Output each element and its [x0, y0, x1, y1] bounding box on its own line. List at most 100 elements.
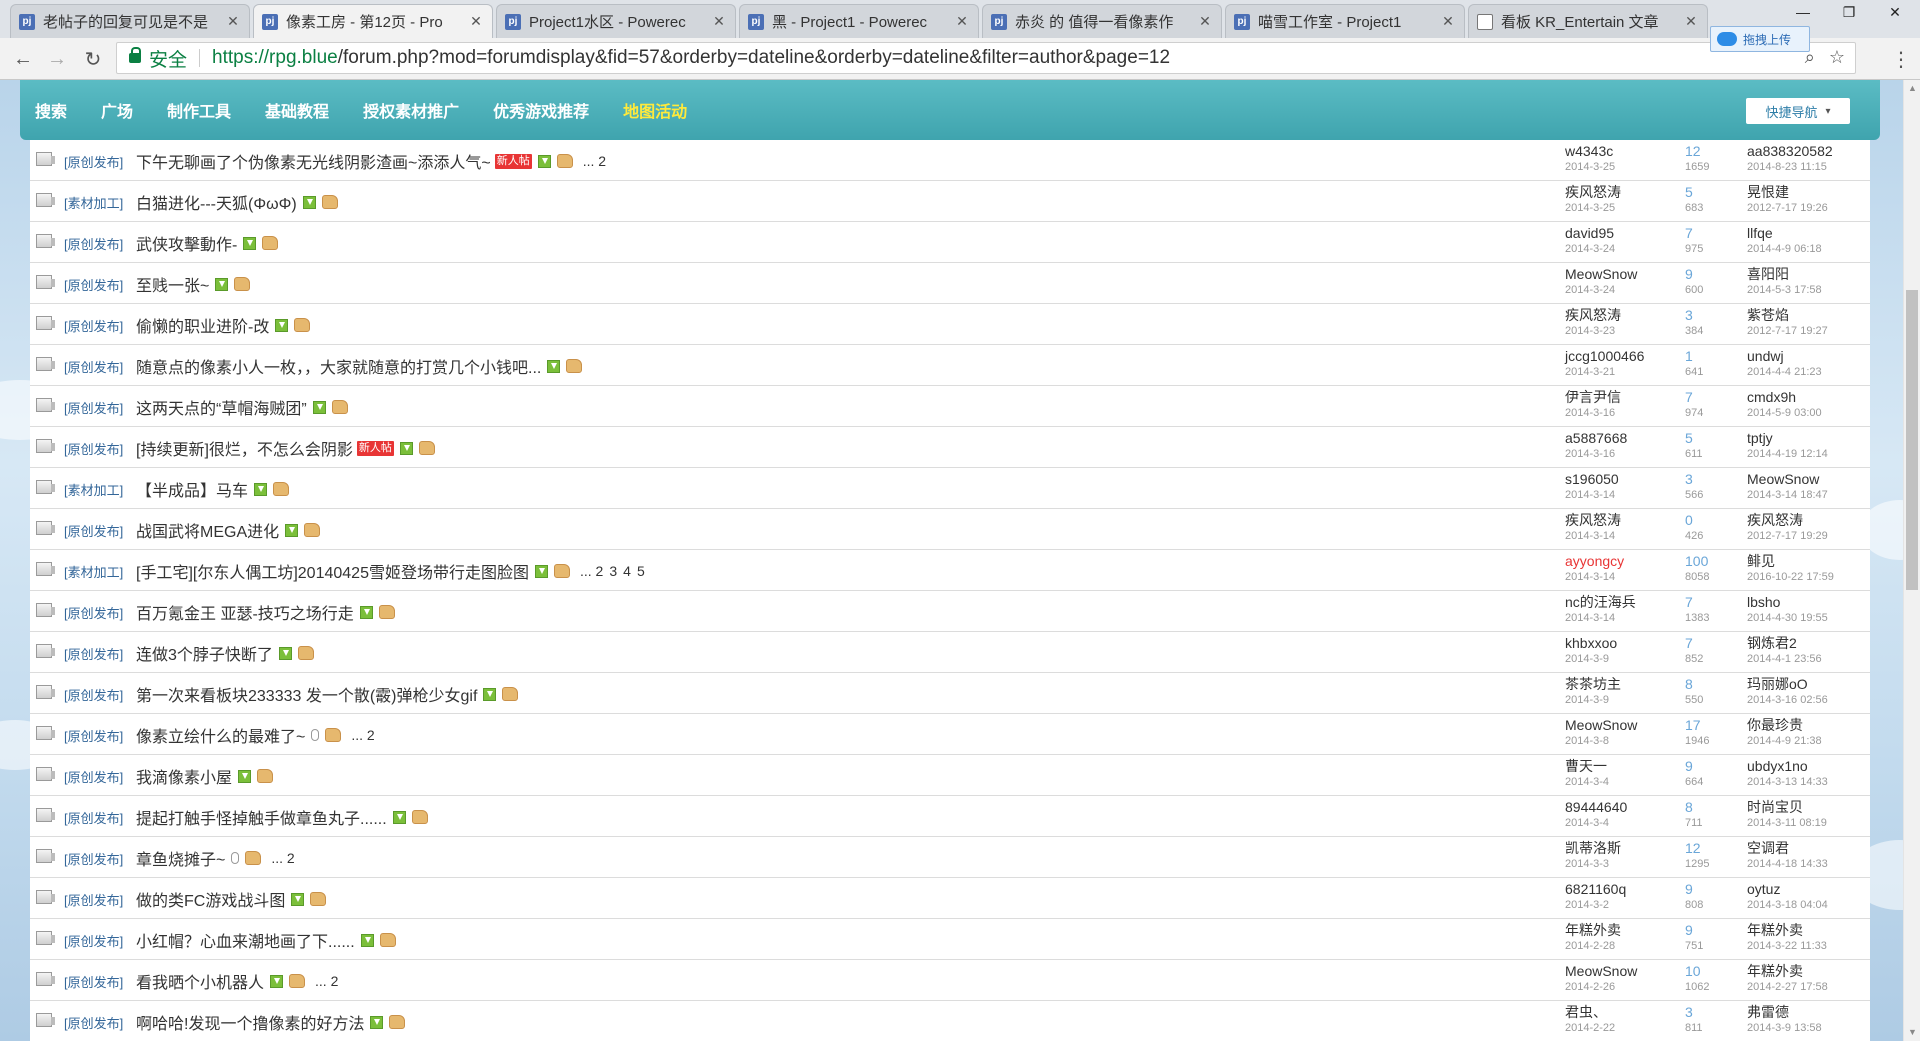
thread-title-link[interactable]: 【半成品】马车	[136, 477, 248, 501]
thread-category-link[interactable]: [素材加工]	[64, 562, 123, 581]
nav-item[interactable]: 授权素材推广	[363, 98, 459, 122]
last-post-time[interactable]: 2014-5-3 17:58	[1747, 283, 1870, 297]
thread-category-link[interactable]: [原创发布]	[64, 603, 123, 622]
last-post-time[interactable]: 2014-4-30 19:55	[1747, 611, 1870, 625]
browser-tab[interactable]: 看板 KR_Entertain 文章 ✕	[1468, 4, 1708, 38]
thread-category-link[interactable]: [原创发布]	[64, 439, 123, 458]
reply-count[interactable]: 5	[1685, 184, 1745, 201]
thread-title-link[interactable]: 看我晒个小机器人	[136, 969, 264, 993]
last-post-time[interactable]: 2014-4-9 21:38	[1747, 734, 1870, 748]
thread-title-link[interactable]: 提起打触手怪掉触手做章鱼丸子......	[136, 805, 387, 829]
thread-title-link[interactable]: 小红帽？心血来潮地画了下......	[136, 928, 355, 952]
nav-item[interactable]: 地图活动	[623, 98, 687, 122]
tab-close-icon[interactable]: ✕	[711, 13, 727, 30]
last-post-time[interactable]: 2014-4-18 14:33	[1747, 857, 1870, 871]
page-link[interactable]: 3	[609, 563, 617, 579]
last-poster-link[interactable]: 年糕外卖	[1747, 963, 1870, 980]
thread-title-link[interactable]: [持续更新]很烂，不怎么会阴影	[136, 436, 353, 460]
reply-count[interactable]: 12	[1685, 840, 1745, 857]
author-name-link[interactable]: 疾风怒涛	[1565, 512, 1685, 529]
last-poster-link[interactable]: tptjy	[1747, 430, 1870, 447]
back-arrow-icon[interactable]: ←	[8, 44, 38, 74]
thread-category-link[interactable]: [素材加工]	[64, 193, 123, 212]
last-poster-link[interactable]: 年糕外卖	[1747, 922, 1870, 939]
last-poster-link[interactable]: undwj	[1747, 348, 1870, 365]
bookmark-star-icon[interactable]: ☆	[1829, 47, 1845, 68]
last-post-time[interactable]: 2014-4-19 12:14	[1747, 447, 1870, 461]
tab-close-icon[interactable]: ✕	[1440, 13, 1456, 30]
last-post-time[interactable]: 2014-8-23 11:15	[1747, 160, 1870, 174]
reply-count[interactable]: 7	[1685, 389, 1745, 406]
thread-title-link[interactable]: 啊哈哈!发现一个撸像素的好方法	[136, 1010, 364, 1034]
last-poster-link[interactable]: MeowSnow	[1747, 471, 1870, 488]
reply-count[interactable]: 12	[1685, 143, 1745, 160]
author-name-link[interactable]: a5887668	[1565, 430, 1685, 447]
author-name-link[interactable]: w4343c	[1565, 143, 1685, 160]
last-post-time[interactable]: 2014-3-16 02:56	[1747, 693, 1870, 707]
thread-category-link[interactable]: [原创发布]	[64, 849, 123, 868]
thread-title-link[interactable]: 这两天点的“草帽海贼团”	[136, 395, 307, 419]
author-name-link[interactable]: MeowSnow	[1565, 266, 1685, 283]
thread-title-link[interactable]: 做的类FC游戏战斗图	[136, 887, 285, 911]
quick-nav-button[interactable]: 快捷导航 ▾	[1746, 98, 1850, 124]
page-link[interactable]: 5	[637, 563, 645, 579]
browser-tab[interactable]: pj 老帖子的回复可见是不是 ✕	[10, 4, 250, 38]
thread-category-link[interactable]: [原创发布]	[64, 316, 123, 335]
author-name-link[interactable]: nc的汪海兵	[1565, 594, 1685, 611]
author-name-link[interactable]: 疾风怒涛	[1565, 184, 1685, 201]
last-poster-link[interactable]: cmdx9h	[1747, 389, 1870, 406]
author-name-link[interactable]: jccg1000466	[1565, 348, 1685, 365]
reply-count[interactable]: 7	[1685, 635, 1745, 652]
page-link[interactable]: 4	[623, 563, 631, 579]
minimize-icon[interactable]: —	[1780, 0, 1826, 24]
reply-count[interactable]: 9	[1685, 266, 1745, 283]
last-poster-link[interactable]: 疾风怒涛	[1747, 512, 1870, 529]
thread-title-link[interactable]: 百万氪金王 亚瑟-技巧之场行走	[136, 600, 354, 624]
thread-category-link[interactable]: [原创发布]	[64, 972, 123, 991]
reply-count[interactable]: 0	[1685, 512, 1745, 529]
page-link[interactable]: ... 2	[351, 727, 374, 743]
thread-category-link[interactable]: [原创发布]	[64, 152, 123, 171]
thread-category-link[interactable]: [原创发布]	[64, 726, 123, 745]
thread-category-link[interactable]: [原创发布]	[64, 644, 123, 663]
last-post-time[interactable]: 2014-3-18 04:04	[1747, 898, 1870, 912]
last-poster-link[interactable]: 你最珍贵	[1747, 717, 1870, 734]
reply-count[interactable]: 10	[1685, 963, 1745, 980]
thread-category-link[interactable]: [原创发布]	[64, 685, 123, 704]
reply-count[interactable]: 9	[1685, 922, 1745, 939]
thread-title-link[interactable]: 随意点的像素小人一枚，，大家就随意的打赏几个小钱吧...	[136, 354, 541, 378]
last-post-time[interactable]: 2014-4-4 21:23	[1747, 365, 1870, 379]
drag-upload-button[interactable]: 拖拽上传	[1710, 26, 1810, 52]
reply-count[interactable]: 5	[1685, 430, 1745, 447]
browser-tab[interactable]: pj 像素工房 - 第12页 - Pro ✕	[253, 4, 493, 38]
last-post-time[interactable]: 2014-4-1 23:56	[1747, 652, 1870, 666]
author-name-link[interactable]: MeowSnow	[1565, 963, 1685, 980]
last-poster-link[interactable]: 时尚宝贝	[1747, 799, 1870, 816]
window-close-icon[interactable]: ✕	[1872, 0, 1918, 24]
nav-item[interactable]: 搜索	[35, 98, 67, 122]
browser-tab[interactable]: pj 赤炎 的 值得一看像素作 ✕	[982, 4, 1222, 38]
tab-close-icon[interactable]: ✕	[1683, 13, 1699, 30]
reply-count[interactable]: 7	[1685, 594, 1745, 611]
page-link[interactable]: ... 2	[583, 153, 606, 169]
last-poster-link[interactable]: 鲱见	[1747, 553, 1870, 570]
thread-title-link[interactable]: 战国武将MEGA进化	[136, 518, 279, 542]
tab-close-icon[interactable]: ✕	[468, 13, 484, 30]
thread-title-link[interactable]: [手工宅][尔东人偶工坊]20140425雪姬登场带行走图脸图	[136, 559, 529, 583]
last-post-time[interactable]: 2012-7-17 19:29	[1747, 529, 1870, 543]
thread-category-link[interactable]: [原创发布]	[64, 275, 123, 294]
last-post-time[interactable]: 2014-4-9 06:18	[1747, 242, 1870, 256]
tab-close-icon[interactable]: ✕	[954, 13, 970, 30]
thread-category-link[interactable]: [原创发布]	[64, 931, 123, 950]
thread-category-link[interactable]: [原创发布]	[64, 808, 123, 827]
last-post-time[interactable]: 2014-5-9 03:00	[1747, 406, 1870, 420]
tab-close-icon[interactable]: ✕	[225, 13, 241, 30]
reload-icon[interactable]: ↻	[78, 44, 108, 74]
page-link[interactable]: ... 2	[315, 973, 338, 989]
thread-category-link[interactable]: [原创发布]	[64, 234, 123, 253]
reply-count[interactable]: 7	[1685, 225, 1745, 242]
author-name-link[interactable]: 6821160q	[1565, 881, 1685, 898]
browser-tab[interactable]: pj 喵雪工作室 - Project1 ✕	[1225, 4, 1465, 38]
reply-count[interactable]: 9	[1685, 758, 1745, 775]
reply-count[interactable]: 3	[1685, 1004, 1745, 1021]
